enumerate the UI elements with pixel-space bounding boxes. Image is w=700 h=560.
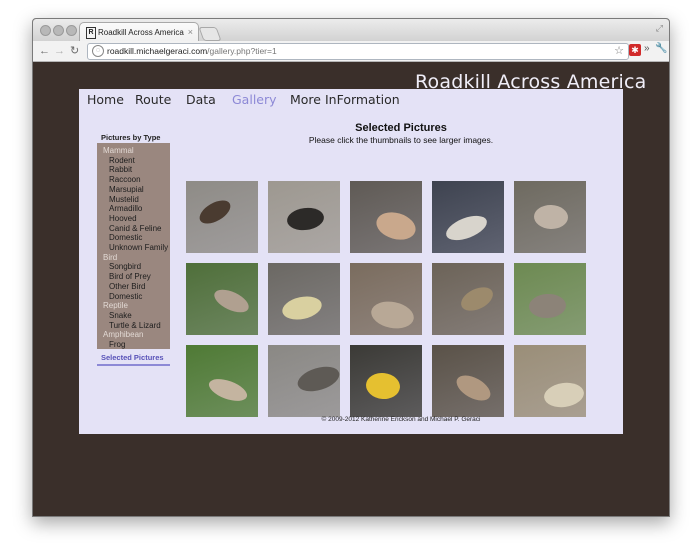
minimize-window-button[interactable]: [53, 25, 64, 36]
sidebar-group-reptile[interactable]: Reptile: [103, 301, 128, 310]
browser-toolbar: ← → ↻ ◌ roadkill.michaelgeraci.com/galle…: [33, 41, 669, 62]
gallery-thumbnail[interactable]: [186, 345, 258, 417]
thumbnail-subject: [533, 204, 569, 230]
browser-titlebar: R Roadkill Across America - C × ⤢: [33, 19, 669, 42]
address-bar[interactable]: ◌ roadkill.michaelgeraci.com/gallery.php…: [87, 43, 629, 60]
type-sidebar: Mammal Rodent Rabbit Raccoon Marsupial Mustel…: [97, 143, 170, 349]
wrench-menu-icon[interactable]: 🔧: [655, 43, 667, 54]
thumbnail-subject: [452, 370, 495, 406]
sidebar-divider: [97, 364, 170, 366]
thumbnail-subject: [206, 374, 250, 406]
sidebar-item[interactable]: Rabbit: [109, 165, 132, 174]
sidebar-item[interactable]: Bird of Prey: [109, 272, 151, 281]
page-content: Home Route Data Gallery More InFormation…: [79, 89, 623, 434]
thumbnail-subject: [542, 380, 586, 410]
thumbnail-subject: [210, 285, 253, 317]
tab-title: Roadkill Across America - C: [98, 28, 186, 37]
globe-icon: ◌: [92, 45, 104, 57]
thumbnail-subject: [195, 195, 235, 229]
url-text[interactable]: roadkill.michaelgeraci.com/gallery.php?t…: [107, 45, 277, 58]
sidebar-item[interactable]: Unknown Family: [109, 243, 168, 252]
sidebar-item[interactable]: Rodent: [109, 156, 135, 165]
sidebar-group-mammal[interactable]: Mammal: [103, 146, 134, 155]
gallery-thumbnail[interactable]: [432, 345, 504, 417]
nav-gallery[interactable]: Gallery: [232, 92, 277, 107]
gallery-thumbnail[interactable]: [514, 181, 586, 253]
extension-icon[interactable]: ✱: [629, 44, 641, 56]
gallery-thumbnail[interactable]: [186, 181, 258, 253]
sidebar-item[interactable]: Frog: [109, 340, 125, 349]
copyright-footer: © 2009-2012 Katherine Erickson and Micha…: [321, 416, 481, 423]
thumbnail-subject: [364, 371, 402, 401]
gallery-thumbnail[interactable]: [514, 263, 586, 335]
sidebar-item[interactable]: Snake: [109, 311, 132, 320]
zoom-window-button[interactable]: [66, 25, 77, 36]
browser-tab[interactable]: R Roadkill Across America - C ×: [79, 22, 199, 42]
gallery-thumbnail[interactable]: [268, 181, 340, 253]
thumbnail-subject: [294, 362, 340, 396]
sidebar-item[interactable]: Raccoon: [109, 175, 141, 184]
gallery-thumbnail[interactable]: [350, 181, 422, 253]
sidebar-item[interactable]: Marsupial: [109, 185, 144, 194]
new-tab-button[interactable]: [198, 27, 222, 41]
gallery-thumbnail[interactable]: [514, 345, 586, 417]
sidebar-item[interactable]: Turtle & Lizard: [109, 321, 161, 330]
gallery-thumbnail[interactable]: [268, 345, 340, 417]
close-window-button[interactable]: [40, 25, 51, 36]
sidebar-item[interactable]: Canid & Feline: [109, 224, 161, 233]
gallery-thumbnail[interactable]: [350, 345, 422, 417]
sidebar-group-bird[interactable]: Bird: [103, 253, 117, 262]
reload-icon[interactable]: ↻: [70, 44, 79, 58]
bookmark-star-icon[interactable]: ☆: [614, 44, 624, 58]
gallery-instructions: Please click the thumbnails to see large…: [308, 135, 494, 145]
thumbnail-subject: [285, 205, 326, 233]
nav-more-information[interactable]: More InFormation: [290, 92, 400, 107]
gallery-thumbnail[interactable]: [268, 263, 340, 335]
sidebar-item[interactable]: Mustelid: [109, 195, 139, 204]
browser-window: R Roadkill Across America - C × ⤢ ← → ↻ …: [32, 18, 670, 517]
forward-arrow-icon[interactable]: →: [54, 44, 65, 58]
thumbnail-subject: [368, 298, 417, 332]
thumbnail-subject: [442, 210, 491, 246]
thumbnail-subject: [528, 293, 567, 319]
nav-route[interactable]: Route: [135, 92, 171, 107]
gallery-thumbnail[interactable]: [432, 181, 504, 253]
sidebar-item[interactable]: Domestic: [109, 233, 142, 242]
sidebar-item[interactable]: Hooved: [109, 214, 137, 223]
more-extensions-chevron-icon[interactable]: »: [644, 43, 650, 54]
thumbnail-subject: [457, 282, 497, 316]
thumbnail-subject: [280, 293, 324, 323]
selected-pictures-link[interactable]: Selected Pictures: [101, 353, 164, 362]
sidebar-heading: Pictures by Type: [101, 133, 161, 142]
sidebar-item[interactable]: Domestic: [109, 292, 142, 301]
nav-data[interactable]: Data: [186, 92, 216, 107]
sidebar-item[interactable]: Armadillo: [109, 204, 142, 213]
thumbnail-subject: [373, 207, 419, 245]
fullscreen-icon[interactable]: ⤢: [656, 23, 663, 34]
sidebar-item[interactable]: Other Bird: [109, 282, 145, 291]
gallery-thumbnail[interactable]: [432, 263, 504, 335]
gallery-title: Selected Pictures: [355, 122, 447, 134]
tab-close-icon[interactable]: ×: [188, 23, 193, 42]
back-arrow-icon[interactable]: ←: [39, 44, 50, 58]
gallery-thumbnail[interactable]: [186, 263, 258, 335]
gallery-thumbnail[interactable]: [350, 263, 422, 335]
sidebar-item[interactable]: Songbird: [109, 262, 141, 271]
sidebar-group-amphibean[interactable]: Amphibean: [103, 330, 143, 339]
nav-home[interactable]: Home: [87, 92, 124, 107]
site-favicon-icon: R: [86, 27, 96, 39]
